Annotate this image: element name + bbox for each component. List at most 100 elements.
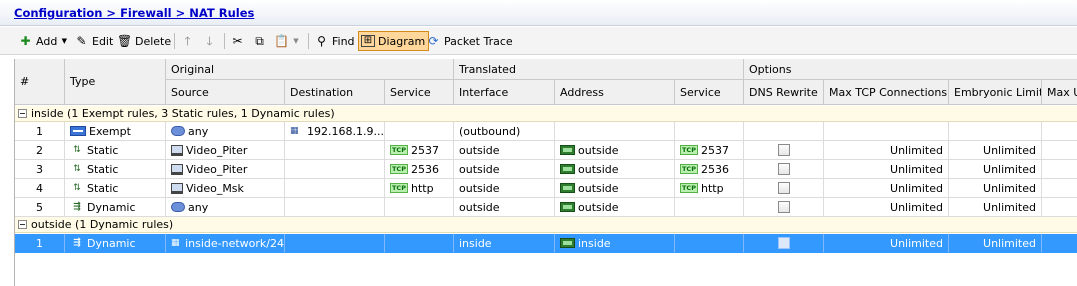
dns-rewrite-checkbox[interactable] [777, 163, 790, 175]
packet-trace-button[interactable]: ⟳ Packet Trace [426, 31, 512, 51]
interface-icon [560, 238, 575, 248]
host-icon [171, 144, 183, 156]
col-header-service[interactable]: Service [385, 80, 454, 105]
rule-number: 4 [15, 179, 65, 198]
dns-rewrite-checkbox[interactable] [777, 182, 790, 194]
interface-icon [560, 202, 575, 212]
service-label: 2536 [410, 162, 439, 176]
packet-trace-icon: ⟳ [428, 33, 439, 48]
embryonic-cell [949, 122, 1042, 141]
col-group-translated: Translated [454, 59, 744, 80]
dropdown-arrow-icon: ▼ [61, 36, 67, 45]
destination-cell [285, 160, 385, 179]
col-header-address[interactable]: Address [555, 80, 675, 105]
cut-button[interactable]: ✂ [230, 31, 245, 51]
source-label: inside-network/24 [185, 236, 284, 250]
max-u-cell [1042, 234, 1077, 253]
dns-rewrite-checkbox[interactable] [777, 144, 790, 156]
add-label: Add [36, 34, 58, 48]
col-header-type[interactable]: Type [65, 59, 166, 105]
interface-icon [560, 183, 575, 193]
interface-cell: outside [454, 141, 555, 160]
dns-rewrite-checkbox[interactable] [777, 201, 790, 213]
edit-button[interactable]: ✎ Edit [74, 31, 113, 51]
paste-button[interactable]: 📋 ▼ [274, 31, 300, 51]
max-tcp-cell: Unlimited [824, 160, 949, 179]
group-label: inside (1 Exempt rules, 3 Static rules, … [31, 107, 335, 120]
group-row-outside[interactable]: outside (1 Dynamic rules) [15, 217, 1077, 233]
table-row[interactable]: 1 Exempt any ▦ 192.168.1.9... (outbound) [15, 122, 1077, 141]
add-button[interactable]: ✚ Add ▼ [18, 31, 68, 51]
rule-number: 5 [15, 198, 65, 217]
max-u-cell [1042, 198, 1077, 217]
source-cell: Video_Piter [166, 160, 285, 179]
col-header-embryonic[interactable]: Embryonic Limit [949, 80, 1042, 105]
diagram-button[interactable]: ⊞ Diagram [358, 31, 430, 51]
max-tcp-cell: Unlimited [824, 179, 949, 198]
embryonic-cell: Unlimited [949, 179, 1042, 198]
move-down-button[interactable]: 🡓 [202, 31, 217, 51]
dns-rewrite-cell [744, 198, 824, 217]
interface-icon [560, 164, 575, 174]
rule-type: ⇶ Dynamic [65, 234, 166, 253]
static-nat-icon: ⇅ [73, 145, 81, 155]
col-header-num[interactable]: # [15, 59, 65, 105]
col-header-max-tcp[interactable]: Max TCP Connections [824, 80, 949, 105]
translated-service-label: 2536 [700, 162, 729, 176]
breadcrumb[interactable]: Configuration > Firewall > NAT Rules [14, 6, 254, 20]
collapse-icon[interactable] [18, 109, 27, 118]
col-header-dns-rewrite[interactable]: DNS Rewrite [744, 80, 824, 105]
col-header-interface[interactable]: Interface [454, 80, 555, 105]
address-cell [555, 122, 675, 141]
table-row[interactable]: 3 ⇅ Static Video_Piter TCP 2536 outside … [15, 160, 1077, 179]
dns-rewrite-cell [744, 234, 824, 253]
col-header-max-u[interactable]: Max U [1042, 80, 1077, 105]
find-button[interactable]: ⚲ Find [314, 31, 354, 51]
max-u-cell [1042, 160, 1077, 179]
host-icon [171, 163, 183, 175]
max-tcp-cell: Unlimited [824, 198, 949, 217]
max-tcp-cell: Unlimited [824, 141, 949, 160]
service-label: http [410, 181, 434, 195]
rule-number: 2 [15, 141, 65, 160]
nat-rules-table: # Type Original Translated Options Sourc… [14, 59, 1077, 286]
service-cell: TCP http [385, 179, 454, 198]
tcp-service-icon: TCP [390, 183, 408, 193]
collapse-icon[interactable] [18, 220, 27, 229]
source-cell: any [166, 122, 285, 141]
static-nat-icon: ⇅ [73, 164, 81, 174]
address-cell: inside [555, 234, 675, 253]
group-label: outside (1 Dynamic rules) [31, 218, 174, 231]
embryonic-cell: Unlimited [949, 234, 1042, 253]
magnifier-icon: ⚲ [317, 33, 326, 48]
address-cell: outside [555, 141, 675, 160]
interface-cell: outside [454, 179, 555, 198]
translated-service-cell [675, 198, 744, 217]
table-row-selected[interactable]: 1 ⇶ Dynamic ▦ inside-network/24 inside i… [15, 234, 1077, 253]
translated-service-cell [675, 122, 744, 141]
delete-button[interactable]: 🗑 Delete [117, 31, 171, 51]
copy-button[interactable]: ⧉ [252, 31, 267, 51]
address-cell: outside [555, 198, 675, 217]
translated-service-label: http [700, 181, 724, 195]
source-cell: any [166, 198, 285, 217]
tcp-service-icon: TCP [390, 164, 408, 174]
col-header-source[interactable]: Source [166, 80, 285, 105]
arrow-up-icon: 🡑 [184, 33, 191, 48]
group-row-inside[interactable]: inside (1 Exempt rules, 3 Static rules, … [15, 106, 1077, 122]
table-row[interactable]: 5 ⇶ Dynamic any outside outside Unlimite… [15, 198, 1077, 217]
service-cell: TCP 2536 [385, 160, 454, 179]
dns-rewrite-checkbox[interactable] [777, 237, 790, 249]
interface-cell: (outbound) [454, 122, 555, 141]
move-up-button[interactable]: 🡑 [180, 31, 195, 51]
source-cell: ▦ inside-network/24 [166, 234, 285, 253]
table-row[interactable]: 4 ⇅ Static Video_Msk TCP http outside ou… [15, 179, 1077, 198]
address-label: outside [578, 200, 619, 214]
col-header-destination[interactable]: Destination [285, 80, 385, 105]
diagram-icon: ⊞ [361, 35, 375, 47]
dynamic-nat-icon: ⇶ [73, 238, 81, 248]
source-label: Video_Piter [186, 143, 248, 157]
address-label: outside [578, 181, 619, 195]
table-row[interactable]: 2 ⇅ Static Video_Piter TCP 2537 outside … [15, 141, 1077, 160]
col-header-translated-service[interactable]: Service [675, 80, 744, 105]
